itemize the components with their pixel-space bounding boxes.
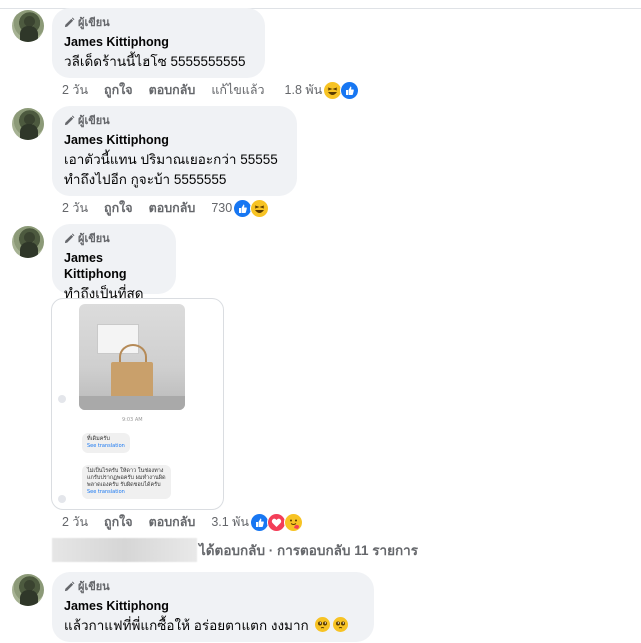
comment-bubble: ผู้เขียน James Kittiphong วลีเด็ดร้านนี้…: [52, 8, 265, 78]
like-icon[interactable]: [340, 80, 360, 100]
reaction-count[interactable]: 1.8 พัน: [285, 80, 323, 100]
reply-button[interactable]: ตอบกลับ: [149, 80, 196, 100]
author-badge: ผู้เขียน: [64, 231, 164, 245]
badge-label: ผู้เขียน: [78, 114, 110, 127]
pleading-face-icon: [315, 617, 331, 632]
comment-bubble: ผู้เขียน James Kittiphong แล้วกาแฟที่พี่…: [52, 572, 374, 642]
comment-actions: 2 วัน ถูกใจ ตอบกลับ แก้ไขแล้ว 1.8 พัน: [62, 80, 360, 100]
sender-dot: [58, 395, 66, 403]
author-badge: ผู้เขียน: [64, 579, 362, 593]
comment-author[interactable]: James Kittiphong: [64, 132, 285, 148]
comment-bubble: ผู้เขียน James Kittiphong เอาตัวนี้แทน ป…: [52, 106, 297, 196]
attachment-message-2-line-3: พลาดเองครับ รับผิดชอบได้ครับ: [87, 482, 161, 488]
attachment-message-1-text: ที่เดิมครับ: [87, 436, 110, 442]
avatar[interactable]: [12, 10, 44, 42]
comment-text-content: แล้วกาแฟที่พี่แกซื้อให้ อร่อยตาแตก งงมาก: [64, 618, 309, 633]
pencil-icon: [64, 581, 75, 591]
blurred-replier-name: [52, 538, 197, 562]
see-translation-link: See translation: [87, 489, 125, 495]
comment-actions: 2 วัน ถูกใจ ตอบกลับ 3.1 พัน: [62, 512, 303, 532]
attachment-message-2-line-1: ไม่เป็นไรครับ ให้ดาว ในช่องทาง: [87, 468, 164, 474]
haha-icon[interactable]: [250, 198, 270, 218]
like-button[interactable]: ถูกใจ: [104, 512, 133, 532]
comment-author[interactable]: James Kittiphong: [64, 598, 362, 614]
reaction-count[interactable]: 730: [211, 201, 232, 215]
replies-summary-text[interactable]: ได้ตอบกลับ · การตอบกลับ 11 รายการ: [199, 539, 418, 561]
attachment-message-2: ไม่เป็นไรครับ ให้ดาว ในช่องทาง แกรับปราก…: [82, 465, 171, 499]
pleading-face-icon: [333, 617, 349, 632]
see-translation-link: See translation: [87, 443, 125, 449]
pencil-icon: [64, 233, 75, 243]
pencil-icon: [64, 115, 75, 125]
badge-label: ผู้เขียน: [78, 16, 110, 29]
comment-text-line-2: ทำถึงไปอีก กูจะบ้า 5555555: [64, 172, 227, 187]
avatar[interactable]: [12, 574, 44, 606]
reply-button[interactable]: ตอบกลับ: [149, 512, 196, 532]
like-button[interactable]: ถูกใจ: [104, 80, 133, 100]
comment-text: วลีเด็ดร้านนี้ไฮโซ 5555555555: [64, 54, 246, 69]
comment-author[interactable]: James Kittiphong: [64, 250, 164, 282]
comment-bubble: ผู้เขียน James Kittiphong ทำถึงเป็นที่สุ…: [52, 224, 176, 301]
care-icon[interactable]: [283, 512, 303, 532]
avatar[interactable]: [12, 226, 44, 258]
attachment-message-1: ที่เดิมครับ See translation: [82, 433, 130, 453]
attachment-timestamp: 9:03 AM: [122, 417, 143, 423]
badge-label: ผู้เขียน: [78, 232, 110, 245]
edited-label[interactable]: แก้ไขแล้ว: [211, 80, 264, 100]
author-badge: ผู้เขียน: [64, 113, 285, 127]
attachment-image[interactable]: 9:03 AM ที่เดิมครับ See translation ไม่เ…: [51, 298, 224, 510]
author-badge: ผู้เขียน: [64, 15, 253, 29]
attachment-message-2-line-2: แกรับปรากฏพอครับ ผมทำงานผิด: [87, 475, 166, 481]
sender-dot: [58, 495, 66, 503]
timestamp-link[interactable]: 2 วัน: [62, 198, 88, 218]
badge-label: ผู้เขียน: [78, 580, 110, 593]
view-replies-link[interactable]: ได้ตอบกลับ · การตอบกลับ 11 รายการ: [52, 538, 418, 562]
timestamp-link[interactable]: 2 วัน: [62, 512, 88, 532]
comment-actions: 2 วัน ถูกใจ ตอบกลับ 730: [62, 198, 270, 218]
comment-text: แล้วกาแฟที่พี่แกซื้อให้ อร่อยตาแตก งงมาก: [64, 616, 362, 636]
attachment-photo[interactable]: [79, 304, 185, 410]
timestamp-link[interactable]: 2 วัน: [62, 80, 88, 100]
like-button[interactable]: ถูกใจ: [104, 198, 133, 218]
avatar[interactable]: [12, 108, 44, 140]
pencil-icon: [64, 17, 75, 27]
comment-author[interactable]: James Kittiphong: [64, 34, 253, 50]
reaction-count[interactable]: 3.1 พัน: [211, 512, 249, 532]
comment-text-line-1: เอาตัวนี้แทน ปริมาณเยอะกว่า 55555: [64, 152, 278, 167]
reply-button[interactable]: ตอบกลับ: [149, 198, 196, 218]
